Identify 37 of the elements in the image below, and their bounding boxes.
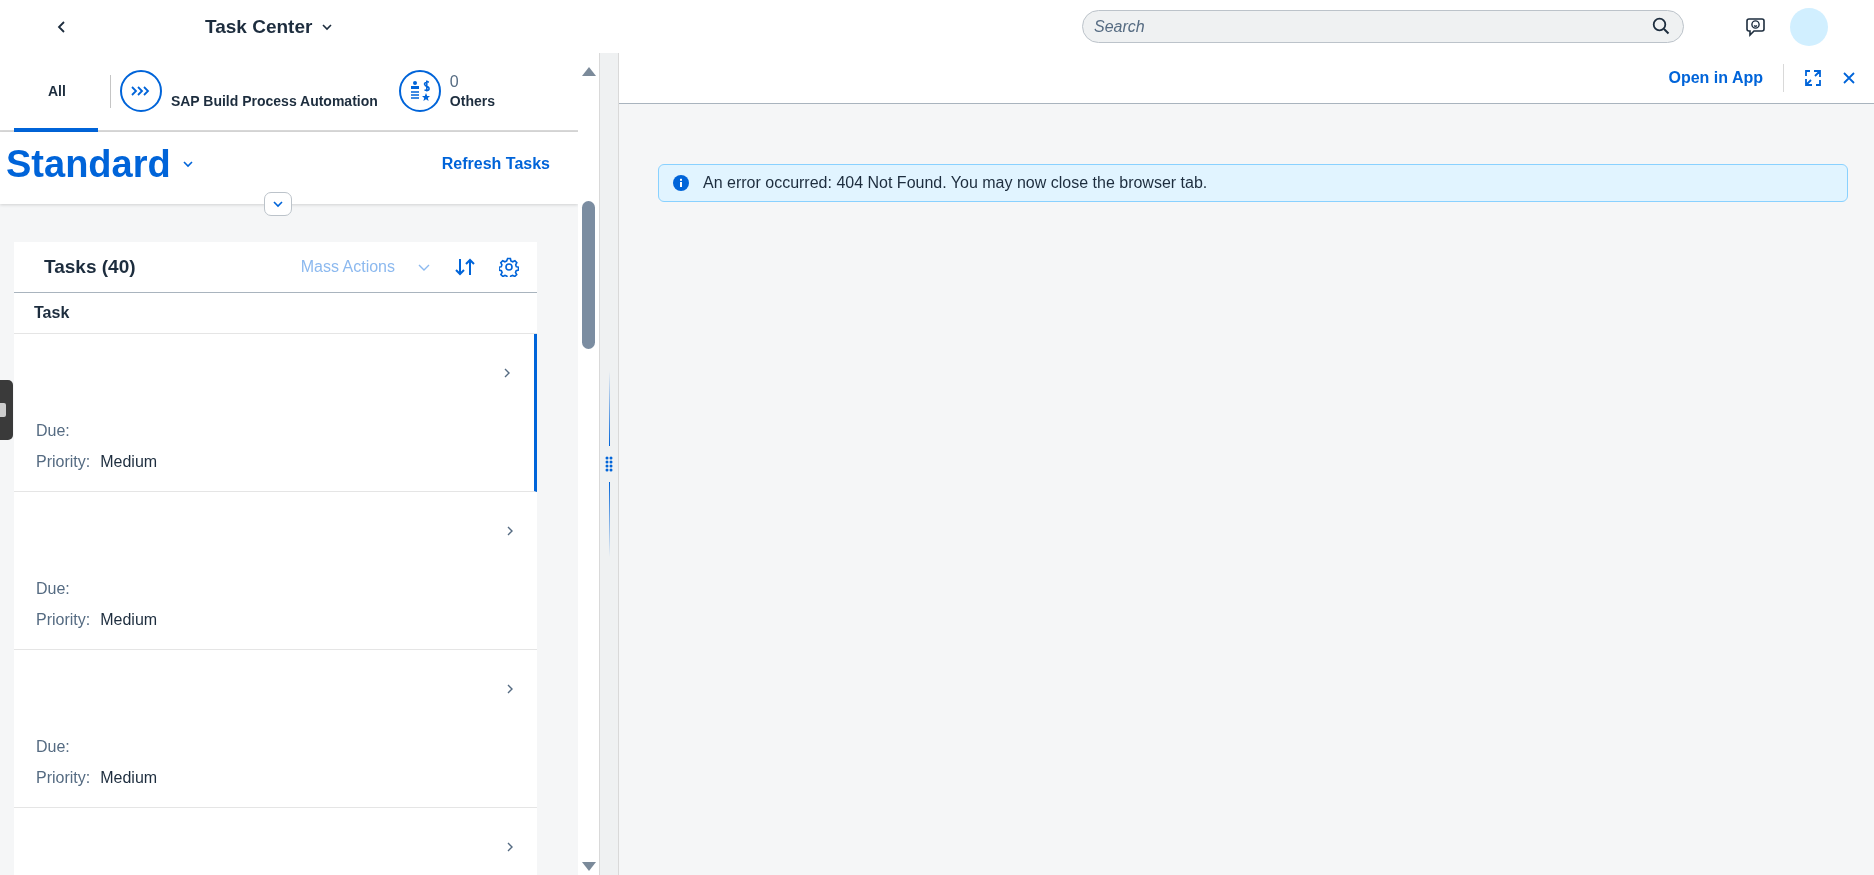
priority-label: Priority: [36, 611, 91, 629]
chevron-right-icon[interactable] [503, 367, 511, 379]
due-label: Due: [36, 738, 71, 757]
side-handle[interactable] [0, 380, 13, 440]
variant-selector[interactable]: Standard [6, 142, 195, 186]
tasks-title: Tasks (40) [44, 256, 136, 278]
error-message: An error occurred: 404 Not Found. You may now close the browser tab. [703, 174, 1208, 192]
open-in-app-link[interactable]: Open in App [1668, 69, 1763, 87]
priority-label: Priority: [36, 769, 91, 787]
chevron-right-icon[interactable] [506, 525, 514, 537]
fullscreen-icon[interactable] [1804, 69, 1822, 87]
chevron-right-icon[interactable] [506, 841, 514, 853]
column-header: Task [34, 304, 70, 322]
priority-value: Medium [100, 453, 158, 471]
task-row[interactable]: Due: Priority: Medium [14, 334, 537, 492]
priority-value: Medium [100, 769, 158, 787]
source-tab[interactable]: SAP Build Process Automation [116, 53, 380, 132]
due-label: Due: [36, 422, 71, 441]
source-tab[interactable]: 0 Others [395, 53, 497, 132]
sort-icon[interactable] [453, 257, 477, 277]
splitter-handle[interactable] [599, 53, 619, 875]
due-label: Due: [36, 580, 71, 599]
task-row[interactable]: Due: Priority: Medium [14, 650, 537, 808]
task-row[interactable]: Due: Priority: Medium [14, 492, 537, 650]
priority-value: Medium [100, 611, 158, 629]
expand-header-button[interactable] [264, 192, 292, 216]
refresh-link[interactable]: Refresh Tasks [441, 155, 550, 173]
priority-label: Priority: [36, 453, 91, 471]
close-icon[interactable] [1842, 71, 1856, 85]
info-icon [673, 175, 689, 191]
settings-icon[interactable] [499, 257, 519, 277]
search-field[interactable]: Search [1082, 10, 1684, 43]
feedback-icon[interactable] [1744, 15, 1766, 38]
search-icon[interactable] [1652, 17, 1670, 35]
chevrons-circle-icon [118, 68, 163, 113]
chevron-right-icon[interactable] [506, 683, 514, 695]
app-title-menu[interactable]: Task Center [205, 15, 335, 38]
